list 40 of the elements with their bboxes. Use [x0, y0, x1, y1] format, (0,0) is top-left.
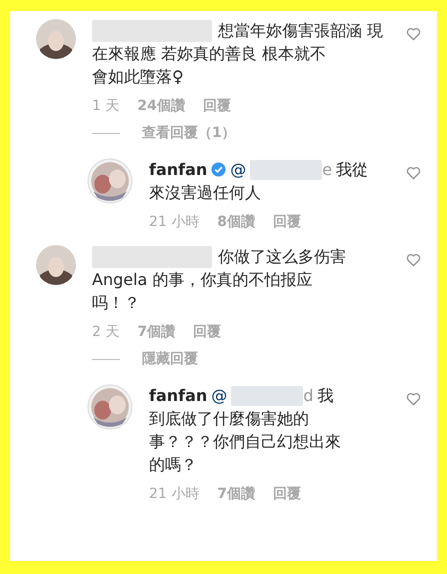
comment-text: 的嗎？	[149, 454, 198, 476]
view-replies-link[interactable]: 隱藏回覆	[142, 349, 198, 370]
comment-time: 21 小時	[149, 485, 200, 504]
avatar	[87, 384, 133, 430]
username-link[interactable]: fanfan	[149, 384, 208, 407]
mention-tail: e	[322, 159, 332, 181]
comment-text: 來沒害過任何人	[149, 182, 262, 204]
heart-icon[interactable]	[406, 392, 421, 406]
reply-link[interactable]: 回覆	[202, 96, 231, 117]
comment-time: 21 小時	[149, 213, 200, 232]
comment-text: 吗！？	[92, 292, 141, 314]
mention-link[interactable]: @	[230, 158, 246, 181]
likes-count[interactable]: 7個讚	[217, 484, 256, 505]
comment-time: 1 天	[92, 97, 120, 116]
comment-text: 會如此墮落♀	[92, 66, 185, 88]
comment-text: 到底做了什麼傷害她的	[149, 408, 310, 430]
reply-link[interactable]: 回覆	[273, 212, 302, 233]
avatar	[36, 19, 76, 59]
likes-count[interactable]: 8個讚	[217, 212, 256, 233]
view-replies-link[interactable]: 查看回覆（1）	[142, 123, 236, 144]
comment-text: 你做了这么多伤害	[218, 246, 346, 268]
reply-link[interactable]: 回覆	[273, 484, 302, 505]
heart-icon[interactable]	[406, 27, 421, 41]
heart-icon[interactable]	[406, 166, 421, 180]
comment-time: 2 天	[92, 323, 120, 342]
mention-tail: d	[303, 385, 314, 407]
comment-text: 想當年妳傷害張韶涵 現	[218, 20, 384, 42]
heart-icon[interactable]	[406, 253, 421, 267]
avatar	[87, 158, 133, 204]
comment-text: Angela 的事，你真的不怕报应	[92, 269, 314, 291]
avatar	[36, 245, 76, 285]
reply-link[interactable]: 回覆	[193, 322, 222, 343]
comment-text: 我從	[336, 159, 368, 181]
username-link[interactable]: fanfan	[149, 158, 208, 181]
likes-count[interactable]: 7個讚	[137, 322, 176, 343]
comment-text: 在來報應 若妳真的善良 根本就不	[92, 43, 328, 65]
likes-count[interactable]: 24個讚	[137, 96, 185, 117]
comment-text: 我	[317, 385, 334, 407]
mention-link[interactable]: @	[211, 384, 228, 407]
comment-text: 事？？？你們自己幻想出來	[149, 431, 342, 453]
